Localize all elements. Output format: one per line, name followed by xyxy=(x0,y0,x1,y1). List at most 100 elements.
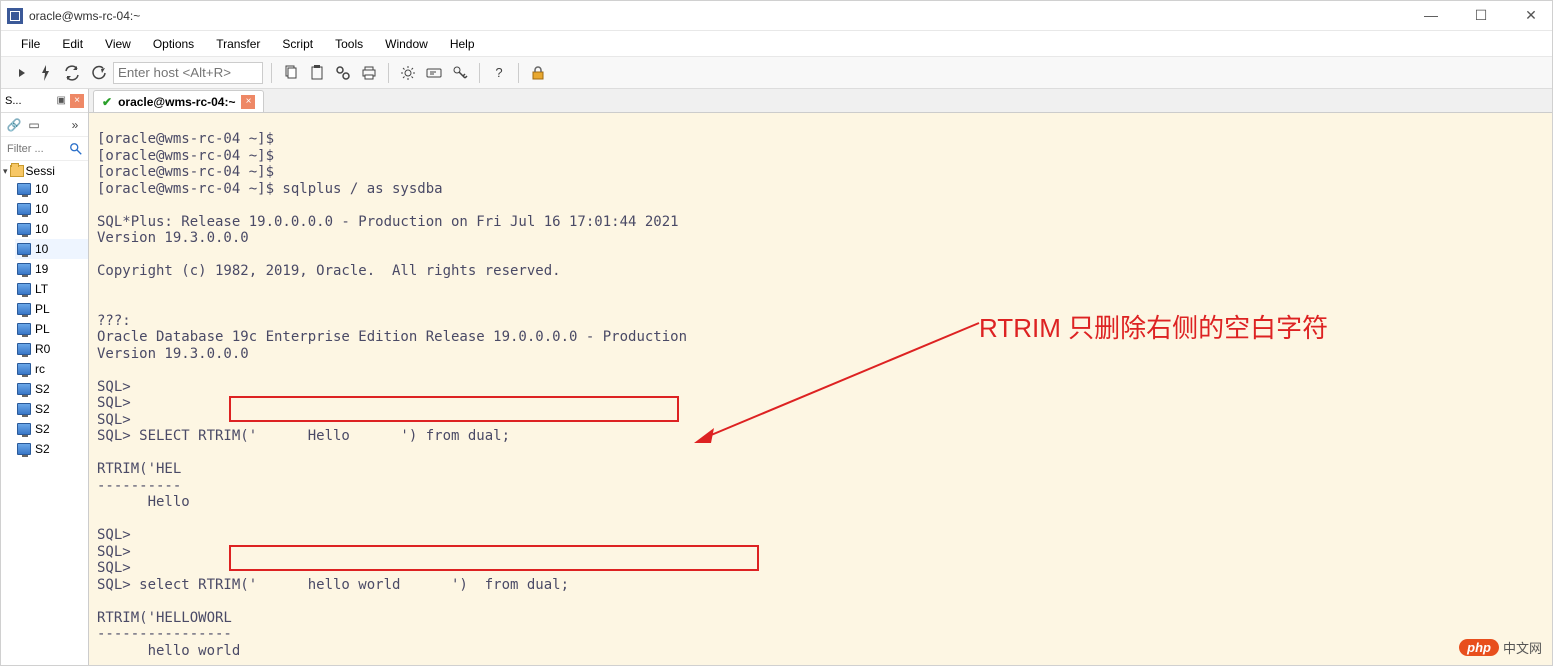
session-icon xyxy=(17,283,31,295)
session-item-label: R0 xyxy=(35,342,50,356)
session-item[interactable]: S2 xyxy=(15,439,88,459)
host-input[interactable] xyxy=(113,62,263,84)
watermark-text: 中文网 xyxy=(1503,638,1542,657)
maximize-button[interactable]: ☐ xyxy=(1466,7,1496,24)
session-item[interactable]: 10 xyxy=(15,199,88,219)
session-tree: ▾ Sessi 10 10 10 10 19 LT PL PL R0 rc S2 S2 S2 S2 xyxy=(1,161,88,665)
session-item-label: 10 xyxy=(35,182,48,196)
toolbar-separator xyxy=(271,63,272,83)
session-item-label: 19 xyxy=(35,262,48,276)
session-item[interactable]: R0 xyxy=(15,339,88,359)
menu-view[interactable]: View xyxy=(95,34,141,54)
session-item-label: S2 xyxy=(35,422,50,436)
menu-script[interactable]: Script xyxy=(272,34,323,54)
session-item[interactable]: 10 xyxy=(15,219,88,239)
sidebar-close-button[interactable]: × xyxy=(70,94,84,108)
menu-transfer[interactable]: Transfer xyxy=(206,34,270,54)
titlebar: oracle@wms-rc-04:~ — ☐ ✕ xyxy=(1,1,1552,31)
session-item[interactable]: S2 xyxy=(15,419,88,439)
app-window: oracle@wms-rc-04:~ — ☐ ✕ File Edit View … xyxy=(0,0,1553,666)
session-item-label: 10 xyxy=(35,242,48,256)
main-column: ✔ oracle@wms-rc-04:~ × [oracle@wms-rc-04… xyxy=(89,89,1552,665)
minimize-button[interactable]: — xyxy=(1416,7,1446,24)
session-sidebar: S... ▣ × 🔗 ▭ » ▾ Sess xyxy=(1,89,89,665)
key-icon[interactable] xyxy=(449,62,471,84)
help-icon[interactable]: ? xyxy=(488,62,510,84)
sidebar-tab-label: S... xyxy=(5,95,22,107)
session-icon xyxy=(17,403,31,415)
menu-edit[interactable]: Edit xyxy=(52,34,93,54)
more-icon[interactable]: » xyxy=(68,118,82,132)
session-options-icon[interactable] xyxy=(423,62,445,84)
chevron-down-icon: ▾ xyxy=(3,166,8,177)
disconnect-icon[interactable] xyxy=(87,62,109,84)
copy-icon[interactable] xyxy=(280,62,302,84)
tab-title: oracle@wms-rc-04:~ xyxy=(118,95,235,109)
menubar: File Edit View Options Transfer Script T… xyxy=(1,31,1552,57)
session-tab[interactable]: ✔ oracle@wms-rc-04:~ × xyxy=(93,90,264,112)
toolbar: ? xyxy=(1,57,1552,89)
session-item[interactable]: S2 xyxy=(15,379,88,399)
session-icon xyxy=(17,363,31,375)
session-item[interactable]: PL xyxy=(15,319,88,339)
sidebar-filter xyxy=(1,137,88,161)
connected-icon: ✔ xyxy=(102,95,112,109)
menu-window[interactable]: Window xyxy=(375,34,438,54)
session-item-label: S2 xyxy=(35,382,50,396)
new-window-icon[interactable]: ▭ xyxy=(27,118,41,132)
link-icon[interactable]: 🔗 xyxy=(7,118,21,132)
session-item-label: 10 xyxy=(35,202,48,216)
session-icon xyxy=(17,443,31,455)
session-item-label: S2 xyxy=(35,402,50,416)
menu-help[interactable]: Help xyxy=(440,34,485,54)
session-icon xyxy=(17,243,31,255)
root-label: Sessi xyxy=(26,164,55,178)
session-icon xyxy=(17,223,31,235)
session-icon xyxy=(17,303,31,315)
session-item[interactable]: PL xyxy=(15,299,88,319)
sidebar-tab-row: S... ▣ × xyxy=(1,89,88,113)
paste-icon[interactable] xyxy=(306,62,328,84)
session-icon xyxy=(17,203,31,215)
menu-options[interactable]: Options xyxy=(143,34,204,54)
session-item-label: S2 xyxy=(35,442,50,456)
session-item[interactable]: 19 xyxy=(15,259,88,279)
session-item-label: rc xyxy=(35,362,45,376)
session-item-label: PL xyxy=(35,302,50,316)
connect-icon[interactable] xyxy=(9,62,31,84)
sidebar-toolbar: 🔗 ▭ » xyxy=(1,113,88,137)
session-item[interactable]: rc xyxy=(15,359,88,379)
session-icon xyxy=(17,343,31,355)
settings-icon[interactable] xyxy=(397,62,419,84)
svg-text:?: ? xyxy=(495,65,502,80)
session-item[interactable]: 10 xyxy=(15,179,88,199)
menu-file[interactable]: File xyxy=(11,34,50,54)
find-icon[interactable] xyxy=(332,62,354,84)
watermark-pill: php xyxy=(1459,639,1499,656)
annotation-text: RTRIM 只删除右侧的空白字符 xyxy=(979,308,1328,345)
tabstrip: ✔ oracle@wms-rc-04:~ × xyxy=(89,89,1552,113)
session-icon xyxy=(17,423,31,435)
close-button[interactable]: ✕ xyxy=(1516,7,1546,24)
session-icon xyxy=(17,183,31,195)
session-item[interactable]: 10 xyxy=(15,239,88,259)
lock-icon[interactable] xyxy=(527,62,549,84)
session-item[interactable]: LT xyxy=(15,279,88,299)
toolbar-separator xyxy=(388,63,389,83)
menu-tools[interactable]: Tools xyxy=(325,34,373,54)
body-split: S... ▣ × 🔗 ▭ » ▾ Sess xyxy=(1,89,1552,665)
filter-input[interactable] xyxy=(5,142,66,156)
tab-close-button[interactable]: × xyxy=(241,95,255,109)
terminal-output: [oracle@wms-rc-04 ~]$ [oracle@wms-rc-04 … xyxy=(89,127,1552,663)
terminal-area[interactable]: [oracle@wms-rc-04 ~]$ [oracle@wms-rc-04 … xyxy=(89,113,1552,665)
session-icon xyxy=(17,263,31,275)
quick-connect-icon[interactable] xyxy=(35,62,57,84)
reconnect-icon[interactable] xyxy=(61,62,83,84)
print-icon[interactable] xyxy=(358,62,380,84)
session-item[interactable]: S2 xyxy=(15,399,88,419)
toolbar-separator xyxy=(518,63,519,83)
search-icon[interactable] xyxy=(68,141,84,157)
session-icon xyxy=(17,323,31,335)
pin-icon[interactable]: ▣ xyxy=(57,95,66,106)
tree-root[interactable]: ▾ Sessi xyxy=(1,163,88,179)
